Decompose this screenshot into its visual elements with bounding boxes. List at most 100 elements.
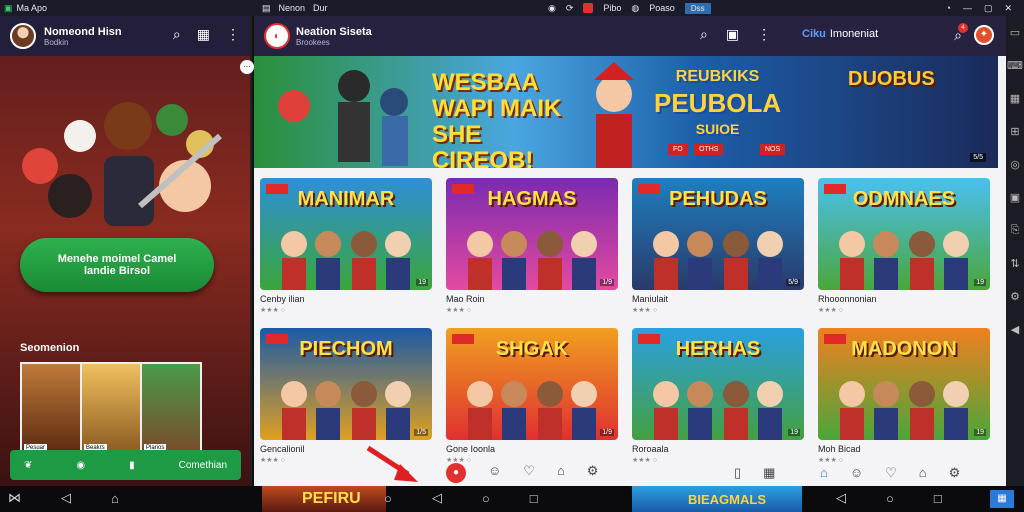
more-vert-icon[interactable]: ⋮ xyxy=(757,26,771,43)
profile-icon[interactable]: ✦ xyxy=(974,25,994,45)
sidebar-tool-icon[interactable]: ▦ xyxy=(1010,92,1020,105)
game-card-art[interactable]: MANIMAR 19 xyxy=(260,178,432,290)
wifi-signal-icon: ◔ xyxy=(945,3,951,13)
book-icon[interactable]: ▮ xyxy=(129,460,135,471)
more-vert-icon[interactable]: ⋮ xyxy=(226,26,240,43)
close-icon[interactable]: ✕ xyxy=(1004,3,1012,14)
expand-dot-icon[interactable]: ⋯ xyxy=(240,60,254,74)
status-tab-3[interactable]: Pibo xyxy=(603,3,621,13)
settings-icon[interactable]: ⚙ xyxy=(949,465,961,481)
wallet-icon[interactable]: ▣ xyxy=(726,26,739,43)
game-card[interactable]: MANIMAR 19 Cenby ilian ★★★ ○ xyxy=(260,178,432,328)
sidebar-tool-icon[interactable]: ◎ xyxy=(1010,158,1020,171)
sidebar-tool-icon[interactable]: ⇅ xyxy=(1010,257,1019,270)
peek-card[interactable]: PEFIRU xyxy=(262,486,386,512)
game-card[interactable]: HERHAS 19 Roroaala ★★★ ○ xyxy=(632,328,804,478)
game-card-characters xyxy=(839,231,969,290)
record-button-icon[interactable]: ● xyxy=(446,463,466,483)
banner-center-line-3: SUIOE xyxy=(695,121,740,137)
share-icon[interactable]: ⋈ xyxy=(8,490,21,506)
cta-button[interactable]: Menehe moimel Camel landie Birsol xyxy=(20,238,214,292)
game-card[interactable]: MADONON 19 Moh Bicad ★★★ ○ xyxy=(818,328,990,478)
home-icon[interactable]: ⌂ xyxy=(111,491,119,506)
home-icon[interactable]: ⌂ xyxy=(820,465,828,481)
heart-icon[interactable]: ♡ xyxy=(885,465,897,481)
game-card-name: Mao Roin xyxy=(446,294,485,304)
left-bottom-label[interactable]: Comethian xyxy=(179,460,227,471)
emulator-sidebar: ▭ ⌨ ▦ ⊞ ◎ ▣ ⎘ ⇅ ⚙ ◀ xyxy=(1006,16,1024,486)
avatar[interactable] xyxy=(10,23,36,49)
game-card-art[interactable]: MADONON 19 xyxy=(818,328,990,440)
recents-dot-icon[interactable]: ○ xyxy=(384,491,392,506)
app-title-block: Neation Siseta Brookees xyxy=(290,26,372,47)
sidebar-tool-icon[interactable]: ▣ xyxy=(1010,191,1020,204)
cta-line-2: landie Birsol xyxy=(83,265,151,277)
app-logo[interactable]: ◐ xyxy=(264,23,290,49)
settings-icon[interactable]: ⚙ xyxy=(587,463,599,483)
status-tab-2[interactable]: Dur xyxy=(313,3,328,13)
app-switch-icon[interactable]: ▦ xyxy=(990,490,1014,508)
back-icon[interactable]: ◁ xyxy=(836,490,846,506)
search-icon[interactable]: ⌕ xyxy=(700,26,708,43)
star-rating-icon: ★★★ ○ xyxy=(446,307,471,314)
home-icon[interactable]: ○ xyxy=(886,491,894,506)
status-mid: ▤ Nenon Dur xyxy=(262,3,328,14)
thumbnail[interactable]: Beakrs xyxy=(82,364,140,454)
nav-group-center: ○ ◁ ○ □ xyxy=(384,490,538,506)
status-tab-4[interactable]: Poaso xyxy=(649,3,675,13)
maximize-icon[interactable]: ▢ xyxy=(984,3,993,14)
game-card[interactable]: SHGAK 1/9 Gone Ioonla ★★★ ○ xyxy=(446,328,618,478)
game-card[interactable]: ODMNAES 19 Rhooonnonian ★★★ ○ xyxy=(818,178,990,328)
recents-icon[interactable]: □ xyxy=(530,491,538,506)
age-rating: 19 xyxy=(974,429,986,436)
hero-banner[interactable]: WESBAA WAPI MAIK SHE CIREOB! REUBKIKS PE… xyxy=(254,56,998,168)
account-selector[interactable]: Ciku Imoneniat xyxy=(802,28,878,40)
game-card-art[interactable]: HERHAS 19 xyxy=(632,328,804,440)
age-rating: 19 xyxy=(974,279,986,286)
controller-icon[interactable]: ⌂ xyxy=(919,465,927,481)
sidebar-tool-icon[interactable]: ⌨ xyxy=(1007,59,1023,72)
back-icon[interactable]: ◁ xyxy=(61,490,71,506)
age-rating: 1/9 xyxy=(600,429,614,436)
minimize-icon[interactable]: — xyxy=(963,3,972,13)
status-active-tab[interactable]: Dss xyxy=(684,2,711,14)
sidebar-tool-icon[interactable]: ◀ xyxy=(1011,323,1019,336)
bottom-nav-group-1: ● ☺ ♡ ⌂ ⚙ xyxy=(446,463,598,483)
thumbnail[interactable]: Plarios xyxy=(142,364,200,454)
leaf-icon[interactable]: ❦ xyxy=(24,460,32,471)
window-icon: ▤ xyxy=(262,2,271,13)
banner-page-indicator: 5/5 xyxy=(970,153,986,162)
person-icon[interactable]: ☺ xyxy=(850,465,863,481)
notification-badge: 4 xyxy=(958,22,968,33)
game-card-art[interactable]: HAGMAS 1/9 xyxy=(446,178,618,290)
sidebar-tool-icon[interactable]: ⎘ xyxy=(1011,224,1020,237)
grid-icon[interactable]: ▦ xyxy=(763,465,775,481)
sync-icon: ⟳ xyxy=(565,2,574,13)
game-card[interactable]: PEHUDAS 5/9 Maniulait ★★★ ○ xyxy=(632,178,804,328)
gallery-icon[interactable]: ▦ xyxy=(197,26,210,43)
game-card-art[interactable]: PEHUDAS 5/9 xyxy=(632,178,804,290)
game-card-art[interactable]: PIECHOM 1/5 xyxy=(260,328,432,440)
person-icon[interactable]: ☺ xyxy=(488,463,501,483)
peek-card[interactable]: BIEAGMALS xyxy=(632,486,802,512)
sidebar-tool-icon[interactable]: ▭ xyxy=(1010,26,1020,39)
game-card-art[interactable]: ODMNAES 19 xyxy=(818,178,990,290)
bag-icon[interactable]: ▯ xyxy=(734,465,741,481)
sidebar-tool-icon[interactable]: ⚙ xyxy=(1010,290,1020,303)
search-icon[interactable]: ⌕ xyxy=(173,26,181,43)
thumbnail[interactable]: Pesuar xyxy=(22,364,80,454)
game-card-art[interactable]: SHGAK 1/9 xyxy=(446,328,618,440)
game-card[interactable]: HAGMAS 1/9 Mao Roin ★★★ ○ xyxy=(446,178,618,328)
controller-icon[interactable]: ⌂ xyxy=(557,463,565,483)
location-icon[interactable]: ◉ xyxy=(76,460,85,471)
recents-icon[interactable]: □ xyxy=(934,491,942,506)
heart-icon[interactable]: ♡ xyxy=(523,463,535,483)
sidebar-tool-icon[interactable]: ⊞ xyxy=(1010,125,1019,138)
system-nav-bar: ⋈ ◁ ⌂ PEFIRU ○ ◁ ○ □ BIEAGMALS ◁ ○ □ ▦ xyxy=(0,486,1024,512)
back-icon[interactable]: ◁ xyxy=(432,490,442,506)
status-tab-1[interactable]: Nenon xyxy=(279,3,306,13)
age-rating: 1/5 xyxy=(414,429,428,436)
notification-icon[interactable]: ⌕ 4 xyxy=(954,22,968,44)
nav-group-left: ⋈ ◁ ⌂ xyxy=(8,490,119,506)
home-icon[interactable]: ○ xyxy=(482,491,490,506)
